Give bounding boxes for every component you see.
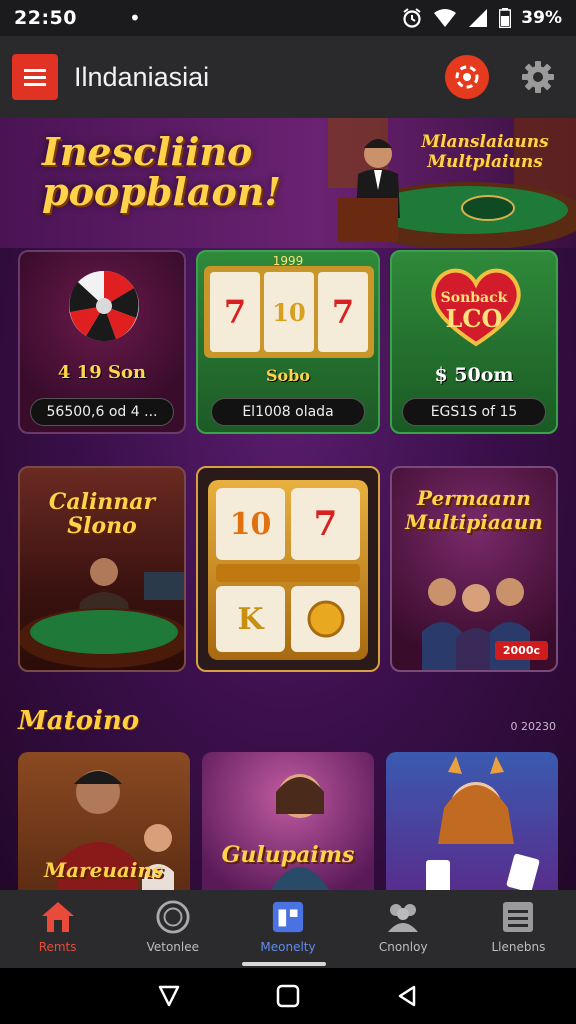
roulette-wheel-icon bbox=[69, 270, 139, 342]
game-tile-multiplayer[interactable]: Permaann Multipiaaun 2000c bbox=[390, 466, 558, 672]
nav-label: Llenebns bbox=[491, 940, 546, 954]
slot-reel: 10 bbox=[264, 272, 314, 352]
hamburger-icon-bar bbox=[24, 82, 46, 86]
group-icon bbox=[388, 904, 419, 932]
bottom-nav: Remts Vetonlee Meonelty Cnonloy Llenebns bbox=[0, 890, 576, 968]
slot-reels: 7 10 7 bbox=[204, 266, 374, 358]
hamburger-icon-bar bbox=[24, 75, 46, 79]
banner-side-title: Mlanslaiauns Multplaiuns bbox=[421, 132, 549, 172]
nav-item-news[interactable]: Meonelty bbox=[230, 890, 345, 968]
tile-title: Calinnar Slono bbox=[48, 489, 156, 539]
character-cards-illustration bbox=[426, 756, 540, 890]
nav-item-vip[interactable]: Vetonlee bbox=[115, 890, 230, 968]
slot-reel: 7 bbox=[291, 488, 360, 560]
nav-item-community[interactable]: Cnonloy bbox=[346, 890, 461, 968]
signal-icon bbox=[469, 9, 488, 27]
chip-icon bbox=[455, 65, 479, 89]
app-bar: Ilndaniasiai bbox=[0, 36, 576, 118]
status-bar: 22:50 • 39% bbox=[0, 0, 576, 36]
recents-icon[interactable] bbox=[394, 983, 420, 1009]
promo-card-cashback[interactable]: Sonback LCO $ 50om EGS1S of 15 bbox=[390, 250, 558, 434]
slot-reel: 7 bbox=[318, 272, 368, 352]
slot-reel: 7 bbox=[210, 272, 260, 352]
card-pill[interactable]: EGS1S of 15 bbox=[402, 398, 546, 426]
section-title: Matoino bbox=[18, 706, 140, 736]
card-pill[interactable]: El1008 olada bbox=[211, 398, 365, 426]
notification-dot: • bbox=[128, 6, 141, 30]
home-button-icon[interactable] bbox=[275, 983, 301, 1009]
nav-label: Vetonlee bbox=[146, 940, 200, 954]
game-tile-slots[interactable]: 10 7 K bbox=[196, 466, 380, 672]
tile-title: Permaann Multipiaaun bbox=[405, 486, 543, 534]
game-tile-casino[interactable]: Calinnar Slono bbox=[18, 466, 186, 672]
menu-button[interactable] bbox=[12, 54, 58, 100]
nav-item-more[interactable]: Llenebns bbox=[461, 890, 576, 968]
chip-badge: 2000c bbox=[494, 641, 548, 660]
host-illustration bbox=[270, 774, 330, 890]
hamburger-icon bbox=[24, 68, 46, 72]
nav-label: Meonelty bbox=[260, 940, 316, 954]
alarm-icon bbox=[403, 8, 421, 28]
slot-machine: 10 7 K bbox=[208, 480, 368, 660]
game-title: Gulupaims bbox=[221, 842, 355, 868]
game-title: Mareuains bbox=[44, 858, 164, 882]
game-card[interactable] bbox=[386, 752, 558, 890]
home-icon bbox=[41, 902, 74, 932]
nav-active-indicator bbox=[242, 962, 326, 966]
gear-icon bbox=[522, 61, 554, 93]
card-value: $ 50om bbox=[434, 364, 514, 386]
slot-row: K bbox=[216, 586, 360, 652]
nav-item-home[interactable]: Remts bbox=[0, 890, 115, 968]
card-value: 4 19 Son bbox=[57, 362, 147, 383]
coin-icon bbox=[307, 600, 344, 638]
back-icon[interactable] bbox=[156, 983, 182, 1009]
battery-percent: 39% bbox=[521, 8, 562, 28]
status-icons: 39% bbox=[401, 7, 562, 29]
banner-title-line2: poopblaon! bbox=[42, 169, 282, 214]
banner-title: Inescliino poopblaon! bbox=[42, 132, 281, 212]
nav-label: Cnonloy bbox=[378, 940, 428, 954]
game-card[interactable]: Gulupaims bbox=[202, 752, 374, 890]
app-title: Ilndaniasiai bbox=[74, 61, 210, 92]
status-time: 22:50 bbox=[14, 7, 77, 29]
list-icon bbox=[503, 902, 534, 932]
chip-icon bbox=[156, 900, 190, 934]
rewards-button[interactable] bbox=[445, 55, 489, 99]
promo-card-slots[interactable]: 1999 7 10 7 Sobo El1008 olada bbox=[196, 250, 380, 434]
slot-divider bbox=[216, 564, 360, 582]
news-icon bbox=[272, 901, 304, 933]
wifi-icon bbox=[434, 9, 457, 27]
promo-card-wheel[interactable]: 4 19 Son 56500,6 od 4 ... bbox=[18, 250, 186, 434]
card-value: Sobo bbox=[265, 366, 311, 385]
slot-reel bbox=[291, 586, 360, 652]
card-pill[interactable]: 56500,6 od 4 ... bbox=[30, 398, 174, 426]
section-see-all[interactable]: 0 20230 bbox=[511, 720, 557, 733]
game-card[interactable]: Mareuains bbox=[18, 752, 190, 890]
system-nav-bar bbox=[0, 968, 576, 1024]
settings-button[interactable] bbox=[518, 57, 558, 97]
promo-banner[interactable]: Inescliino poopblaon! Mlanslaiauns Multp… bbox=[0, 118, 576, 248]
banner-title-line1: Inescliino bbox=[42, 129, 253, 174]
slot-reel: 10 bbox=[216, 488, 285, 560]
nav-label: Remts bbox=[38, 940, 77, 954]
main-content: Inescliino poopblaon! Mlanslaiauns Multp… bbox=[0, 118, 576, 890]
casino-table-illustration bbox=[20, 558, 184, 668]
badge-line2: LCO bbox=[445, 304, 503, 333]
slot-row: 10 7 bbox=[216, 488, 360, 560]
slot-reel: K bbox=[216, 586, 285, 652]
battery-icon bbox=[499, 8, 512, 28]
